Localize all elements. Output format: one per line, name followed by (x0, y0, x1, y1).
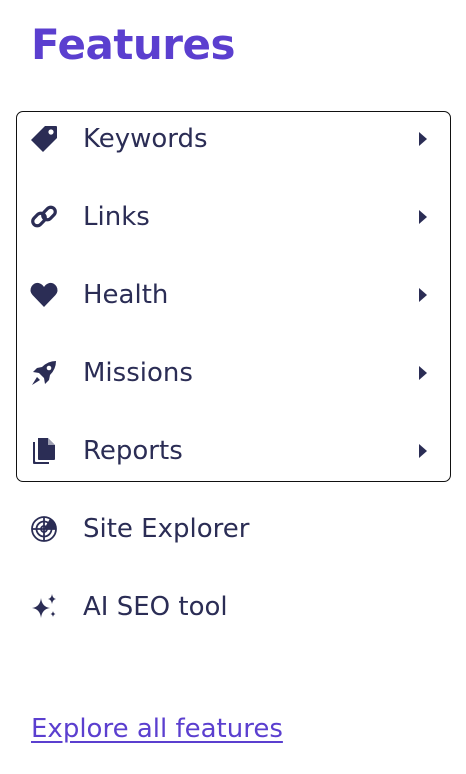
explore-all-features-link[interactable]: Explore all features (31, 710, 283, 748)
menu-item-label: Reports (83, 436, 183, 466)
menu-item-keywords[interactable]: Keywords (28, 117, 438, 161)
rocket-icon (28, 357, 60, 389)
menu-item-label: Links (83, 202, 150, 232)
menu-item-ai-seo-tool[interactable]: AI SEO tool (28, 585, 438, 629)
tag-icon (28, 123, 60, 155)
menu-item-reports[interactable]: Reports (28, 429, 438, 473)
menu-item-label: Keywords (83, 124, 208, 154)
chevron-right-icon (419, 366, 427, 380)
radar-icon (28, 513, 60, 545)
link-icon (28, 201, 60, 233)
heart-icon (28, 279, 60, 311)
page-title: Features (31, 20, 236, 69)
menu-item-label: Missions (83, 358, 193, 388)
menu-item-health[interactable]: Health (28, 273, 438, 317)
chevron-right-icon (419, 288, 427, 302)
menu-item-label: Site Explorer (83, 514, 250, 544)
chevron-right-icon (419, 132, 427, 146)
sparkles-icon (28, 591, 60, 623)
menu-item-site-explorer[interactable]: Site Explorer (28, 507, 438, 551)
document-icon (28, 435, 60, 467)
chevron-right-icon (419, 444, 427, 458)
menu-item-links[interactable]: Links (28, 195, 438, 239)
chevron-right-icon (419, 210, 427, 224)
menu-item-missions[interactable]: Missions (28, 351, 438, 395)
menu-item-label: AI SEO tool (83, 592, 228, 622)
menu-item-label: Health (83, 280, 169, 310)
